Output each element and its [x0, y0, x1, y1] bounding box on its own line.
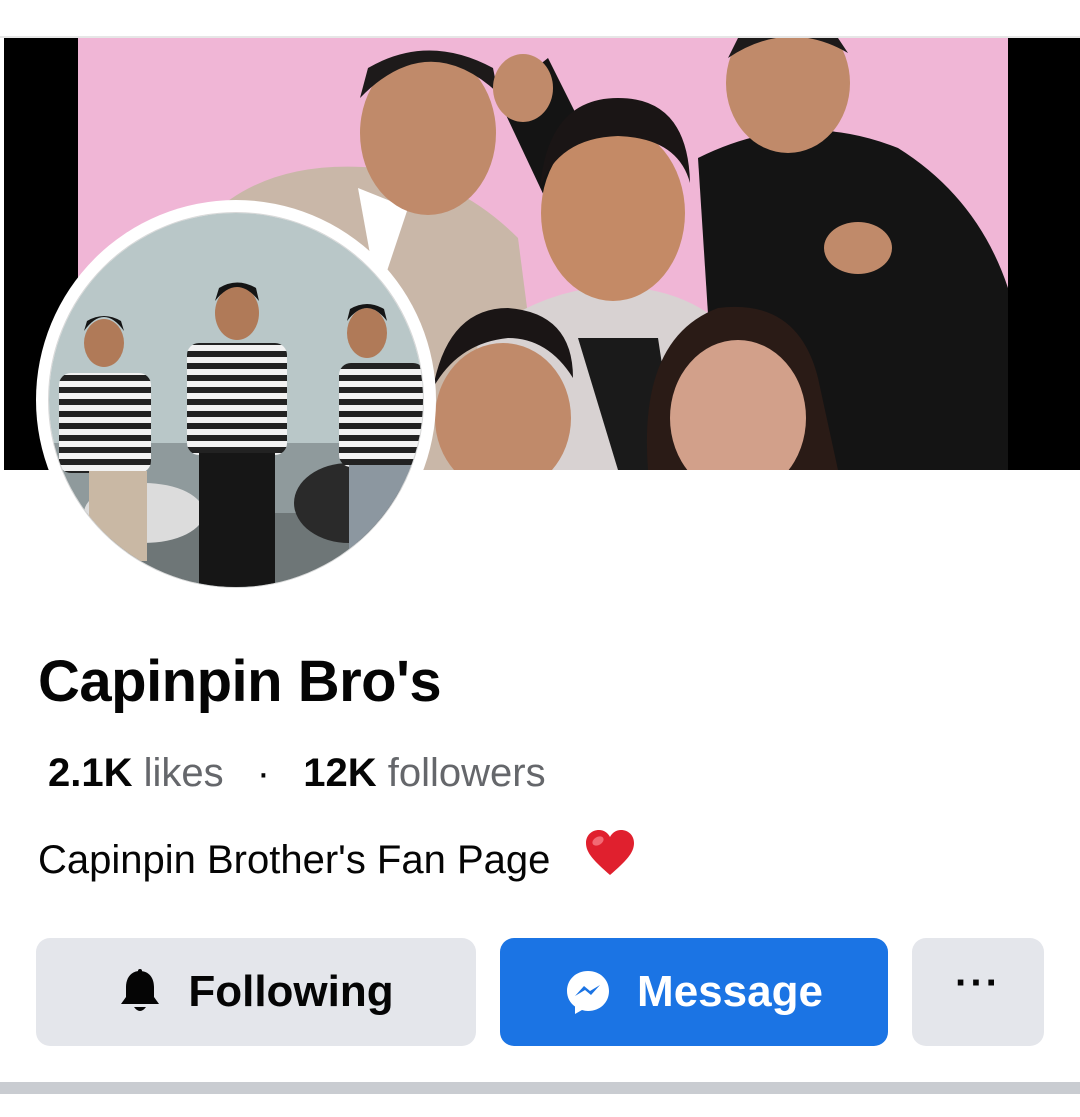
message-button[interactable]: Message [500, 938, 888, 1046]
more-button[interactable]: ··· [912, 938, 1044, 1046]
page-title: Capinpin Bro's [38, 649, 442, 714]
red-heart-icon [584, 829, 636, 890]
more-icon: ··· [955, 961, 1001, 1005]
following-label: Following [188, 967, 394, 1016]
bio-text: Capinpin Brother's Fan Page [38, 838, 551, 882]
likes-count: 2.1K [48, 751, 133, 795]
page-stats: 2.1K likes · 12K followers [48, 748, 546, 798]
message-label: Message [637, 967, 823, 1016]
section-divider [0, 1082, 1080, 1094]
page-profile-screen: Capinpin Bro's 2.1K likes · 12K follower… [0, 0, 1080, 1117]
profile-avatar[interactable] [36, 200, 436, 600]
followers-label[interactable]: followers [388, 751, 546, 795]
followers-count[interactable]: 12K [303, 751, 376, 795]
messenger-icon [565, 969, 611, 1015]
following-button[interactable]: Following [36, 938, 476, 1046]
likes-label: likes [143, 751, 224, 795]
profile-avatar-image [48, 212, 424, 588]
bell-icon [118, 969, 162, 1015]
stats-separator: · [256, 751, 271, 795]
page-bio: Capinpin Brother's Fan Page [38, 829, 636, 890]
